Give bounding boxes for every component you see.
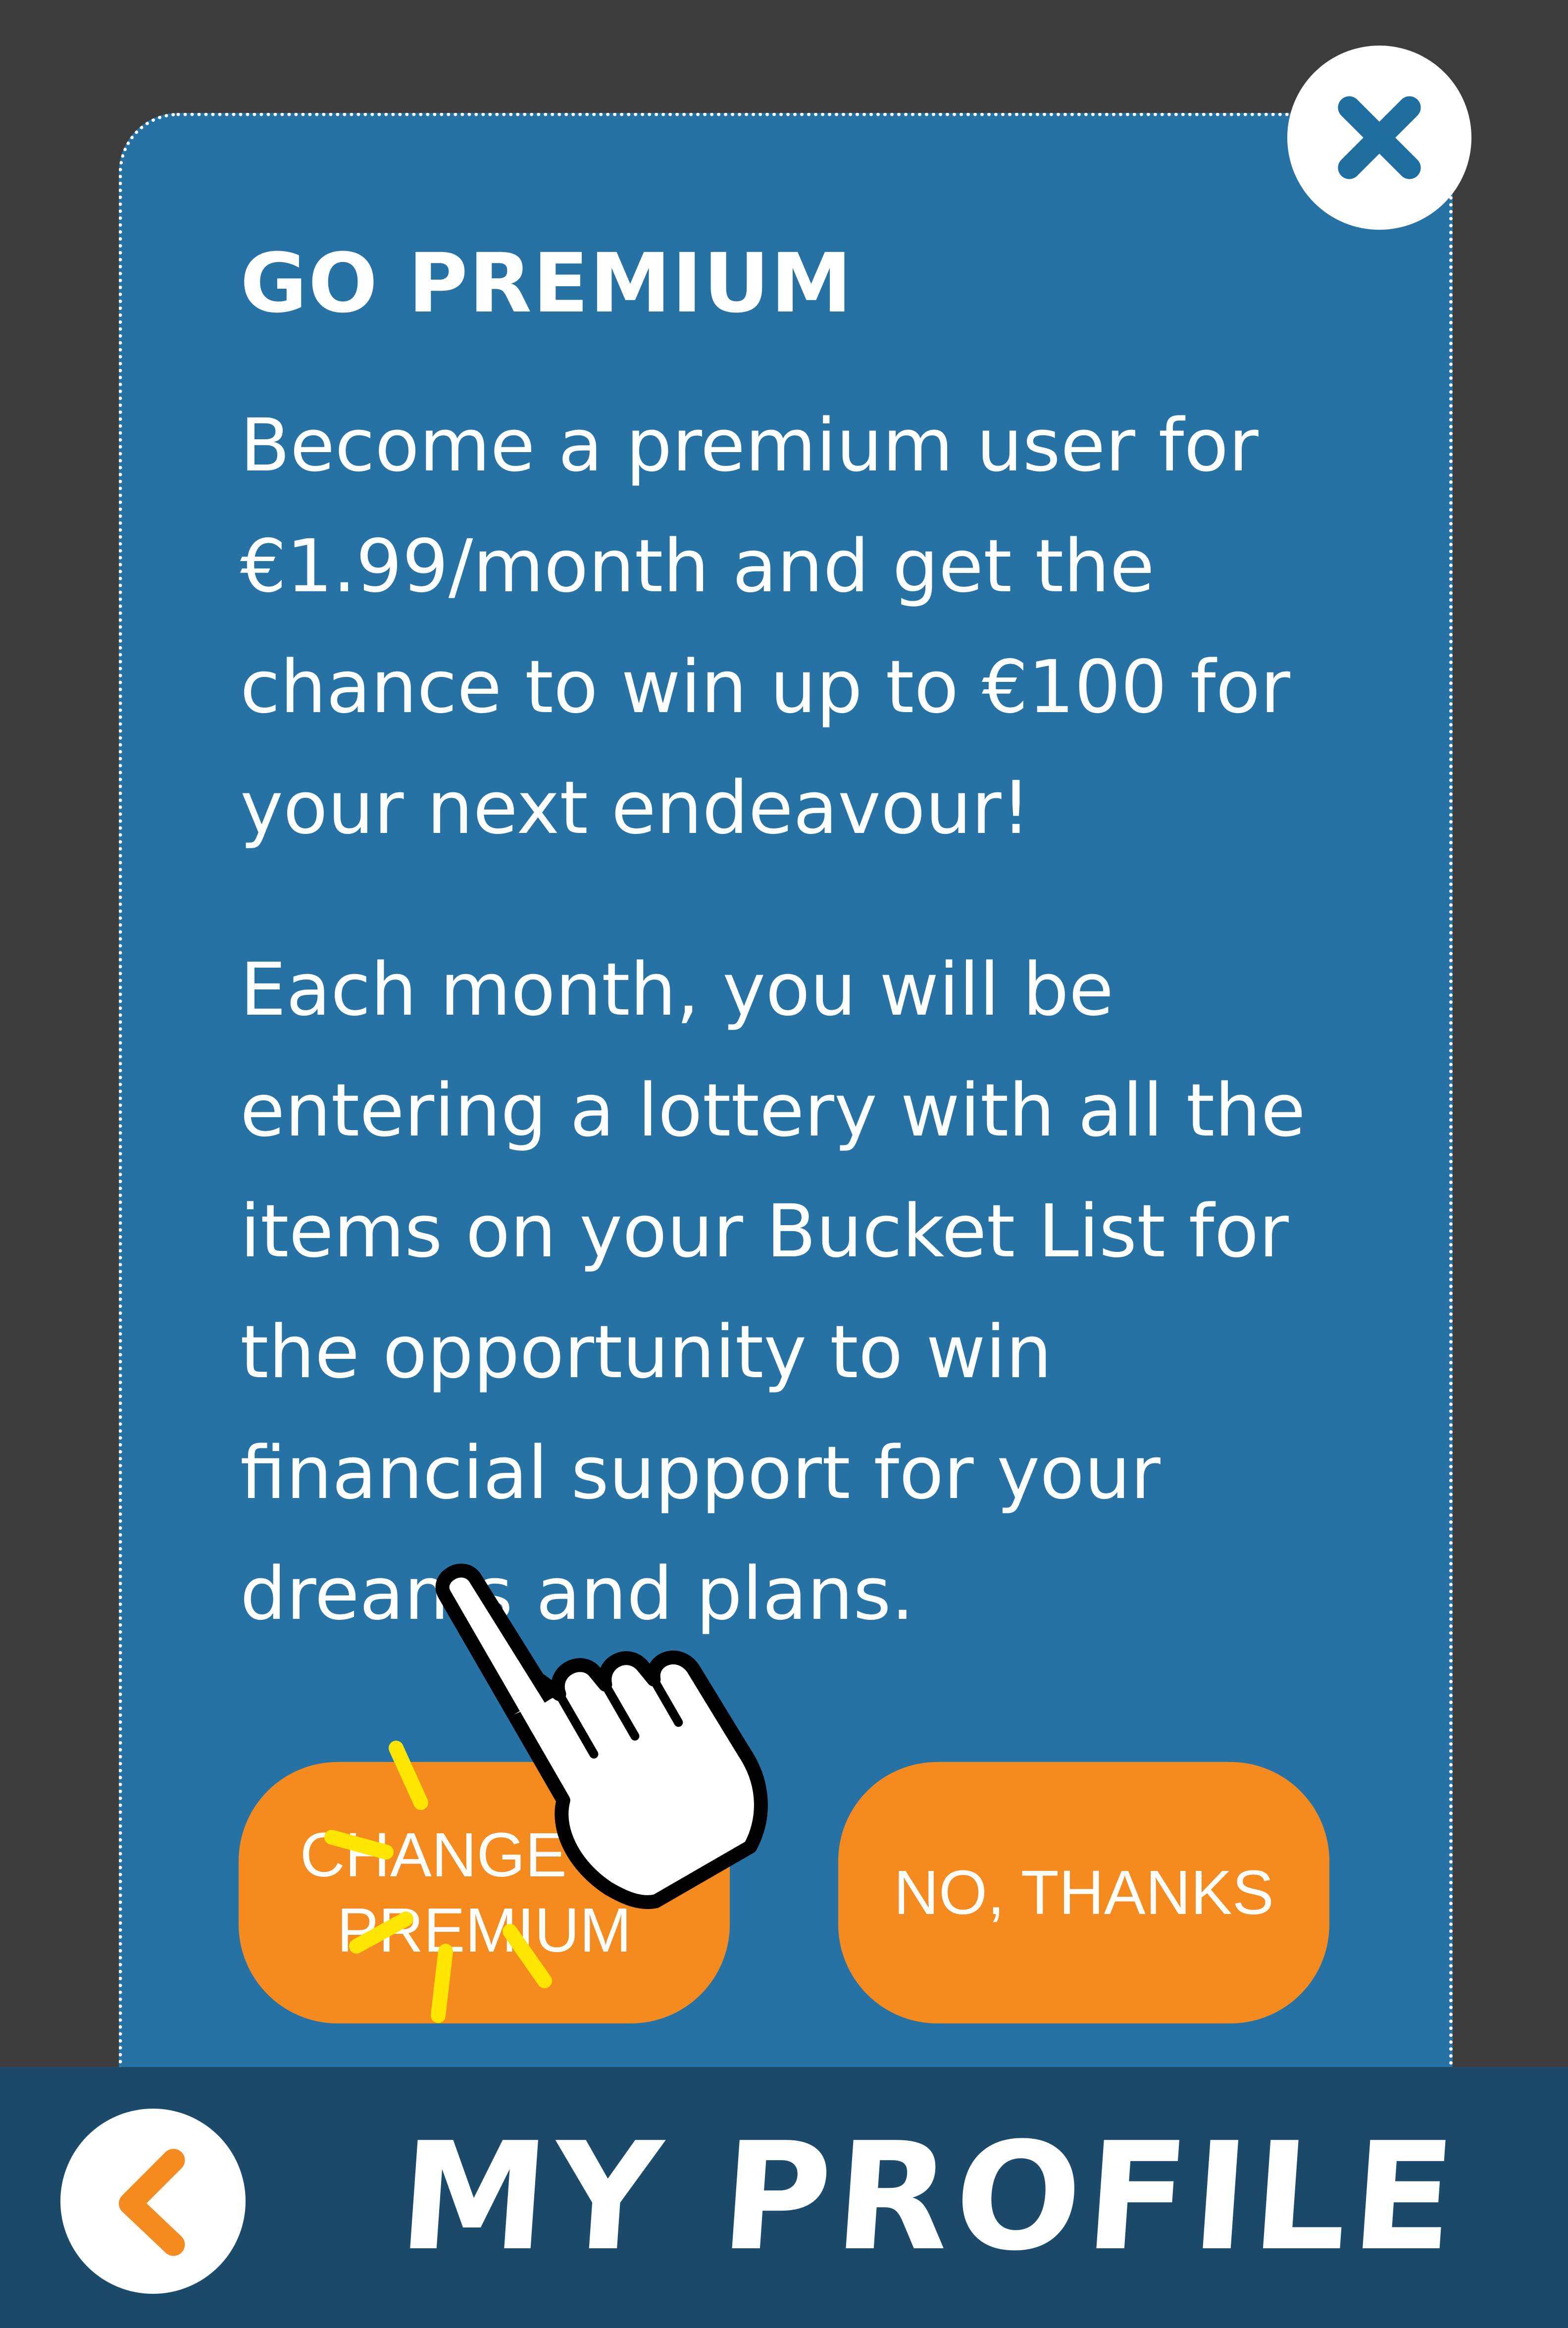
dialog-details: Each month, you will be entering a lotte…	[240, 947, 1306, 1636]
page-title: MY PROFILE	[394, 2111, 1465, 2283]
back-button[interactable]	[60, 2109, 246, 2294]
close-icon	[1338, 96, 1421, 179]
close-button[interactable]	[1287, 46, 1471, 230]
chevron-left-icon	[119, 2149, 185, 2256]
no-thanks-button[interactable]: NO, THANKS	[838, 1762, 1329, 2023]
dialog-title: GO PREMIUM	[240, 236, 853, 331]
dialog-description: Become a premium user for €1.99/month an…	[240, 403, 1290, 850]
bottom-navigation-bar: MY PROFILE	[0, 2067, 1568, 2328]
change-to-premium-button[interactable]: CHANGE TO PREMIUM	[239, 1762, 730, 2023]
